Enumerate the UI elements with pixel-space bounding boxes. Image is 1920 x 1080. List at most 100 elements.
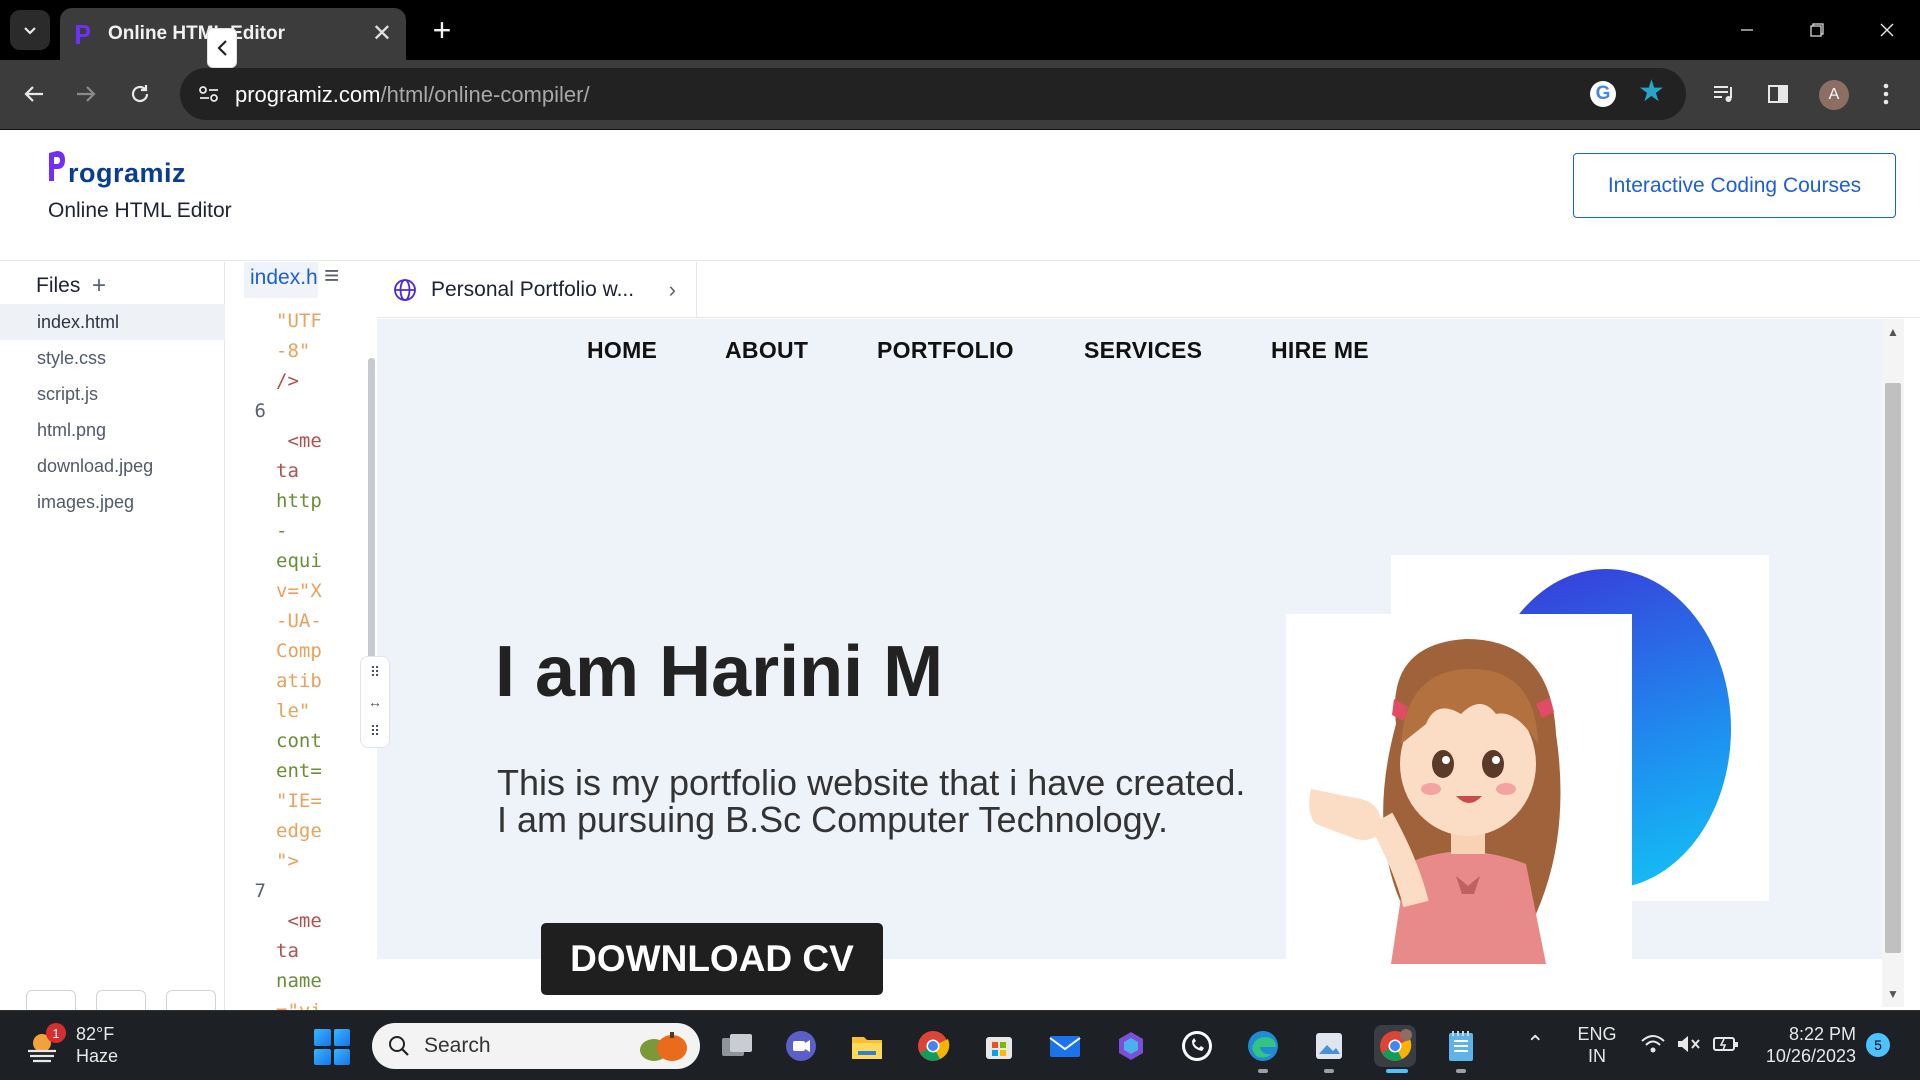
nav-services[interactable]: SERVICES <box>1084 337 1202 364</box>
language: ENG <box>1577 1024 1617 1044</box>
more-menu-icon[interactable] <box>1866 74 1906 114</box>
panel-resize-handle[interactable]: ⠿ ↔ ⠿ <box>360 656 390 748</box>
resize-arrows-icon: ↔ <box>368 693 382 710</box>
scroll-up-icon[interactable]: ▲ <box>1887 325 1899 339</box>
code-editor[interactable]: index.html ≡ "UTF -8" /> 6 <me ta http - equi v=… <box>226 262 376 1010</box>
chrome-active-icon[interactable] <box>1374 1025 1416 1067</box>
new-tab-button[interactable]: + <box>424 12 460 48</box>
close-window-icon[interactable] <box>1852 0 1920 60</box>
preview-tab-title: Personal Portfolio w... <box>431 278 635 301</box>
code-text: ent= <box>276 760 322 782</box>
code-text: - <box>276 520 288 542</box>
chrome-icon[interactable] <box>912 1025 954 1067</box>
task-view-icon[interactable] <box>716 1025 758 1067</box>
hero-desc-line-1: This is my portfolio website that i have… <box>497 762 1246 803</box>
media-control-icon[interactable] <box>1704 74 1744 114</box>
file-item-script-js[interactable]: script.js <box>0 376 225 412</box>
code-line: -UA- <box>226 606 376 636</box>
code-text: "IE= <box>276 790 322 812</box>
nav-about[interactable]: ABOUT <box>725 337 808 364</box>
restore-icon[interactable] <box>1782 0 1852 60</box>
site-info-icon[interactable] <box>194 80 224 108</box>
edge-icon[interactable] <box>1242 1025 1284 1067</box>
file-item-download-jpeg[interactable]: download.jpeg <box>0 448 225 484</box>
search-placeholder: Search <box>424 1034 491 1057</box>
taskbar-search[interactable]: Search <box>372 1023 700 1069</box>
globe-icon <box>394 279 416 301</box>
nav-portfolio[interactable]: PORTFOLIO <box>877 337 1014 364</box>
code-text: -8" <box>276 340 311 362</box>
chevron-up-icon[interactable]: ⌃ <box>1526 1033 1544 1055</box>
forward-button[interactable] <box>66 74 106 114</box>
grip-dots-icon: ⠿ <box>369 663 381 680</box>
file-item-images-jpeg[interactable]: images.jpeg <box>0 484 225 520</box>
browser-tab-strip: Online HTML Editor ✕ + <box>0 0 1920 60</box>
collapse-files-button[interactable] <box>207 28 237 68</box>
file-item-index-html[interactable]: index.html <box>0 304 225 340</box>
clock[interactable]: 8:22 PM 10/26/2023 <box>1756 1023 1856 1067</box>
notepad-icon[interactable] <box>1440 1025 1482 1067</box>
whatsapp-icon[interactable] <box>1176 1025 1218 1067</box>
preview-scrollbar[interactable]: ▲ ▼ <box>1882 319 1904 1007</box>
add-file-button[interactable]: + <box>92 272 106 300</box>
files-panel: Files + index.html style.css script.js h… <box>0 262 225 1020</box>
notification-badge[interactable]: 5 <box>1866 1033 1890 1057</box>
temperature: 82°F <box>76 1024 115 1044</box>
download-cv-button[interactable]: DOWNLOAD CV <box>541 923 883 995</box>
copilot-icon[interactable] <box>1110 1025 1152 1067</box>
close-tab-icon[interactable]: ✕ <box>372 22 392 46</box>
url-path: /html/online-compiler/ <box>380 82 590 107</box>
code-file-tab[interactable]: index.html <box>244 262 318 298</box>
files-title: Files <box>36 274 81 297</box>
preview-scroll-thumb[interactable] <box>1885 383 1901 953</box>
chevron-right-icon[interactable]: › <box>669 277 676 303</box>
code-text: atib <box>276 670 322 692</box>
interactive-courses-button[interactable]: Interactive Coding Courses <box>1573 153 1896 218</box>
editor-menu-icon[interactable]: ≡ <box>324 262 352 290</box>
nav-home[interactable]: HOME <box>587 337 657 364</box>
microsoft-store-icon[interactable] <box>978 1025 1020 1067</box>
scroll-down-icon[interactable]: ▼ <box>1887 987 1899 1001</box>
back-button[interactable] <box>14 74 54 114</box>
file-item-html-png[interactable]: html.png <box>0 412 225 448</box>
battery-icon[interactable] <box>1712 1033 1740 1060</box>
wifi-icon[interactable] <box>1640 1033 1666 1060</box>
code-line: equi <box>226 546 376 576</box>
start-button[interactable] <box>314 1029 350 1065</box>
code-lines: "UTF -8" /> 6 <me ta http - equi v="X -UA- Comp ati… <box>226 306 376 1010</box>
windows-logo-icon <box>314 1029 331 1046</box>
mail-icon[interactable] <box>1044 1025 1086 1067</box>
hero-heading: I am Harini M <box>495 632 944 712</box>
language-indicator[interactable]: ENG IN <box>1574 1023 1620 1067</box>
url-text: programiz.com/html/online-compiler/ <box>235 82 590 108</box>
arrow-right-icon <box>77 86 96 102</box>
programiz-logo[interactable]: rogramiz <box>48 149 186 189</box>
nav-hire-me[interactable]: HIRE ME <box>1271 337 1369 364</box>
photos-app-icon[interactable] <box>1308 1025 1350 1067</box>
code-text: -UA- <box>276 610 322 632</box>
volume-muted-icon[interactable] <box>1676 1033 1702 1060</box>
code-line: <me <box>226 426 376 456</box>
profile-avatar[interactable]: A <box>1819 80 1849 110</box>
preview-tab[interactable]: Personal Portfolio w... › <box>377 262 697 318</box>
side-panel-icon[interactable] <box>1758 74 1798 114</box>
chevron-down-icon <box>24 27 36 35</box>
url-domain: programiz.com <box>235 82 381 107</box>
file-explorer-icon[interactable] <box>846 1025 888 1067</box>
google-lens-icon[interactable]: G <box>1590 81 1616 107</box>
tab-search-button[interactable] <box>10 10 50 50</box>
teams-chat-icon[interactable] <box>780 1025 822 1067</box>
reload-button[interactable] <box>120 74 160 114</box>
code-line: v="X <box>226 576 376 606</box>
file-item-style-css[interactable]: style.css <box>0 340 225 376</box>
code-line: edge <box>226 816 376 846</box>
site-header: rogramiz Online HTML Editor Interactive … <box>0 131 1920 261</box>
address-bar[interactable]: programiz.com/html/online-compiler/ G ★ <box>180 68 1686 120</box>
profile-illustration <box>1286 614 1632 964</box>
minimize-icon[interactable] <box>1712 0 1782 60</box>
weather-widget[interactable]: 1 82°F Haze <box>24 1023 118 1067</box>
code-scrollbar[interactable] <box>368 358 375 678</box>
grip-dots-icon: ⠿ <box>369 723 381 740</box>
code-line: le" <box>226 696 376 726</box>
bookmark-star-icon[interactable]: ★ <box>1638 77 1665 107</box>
